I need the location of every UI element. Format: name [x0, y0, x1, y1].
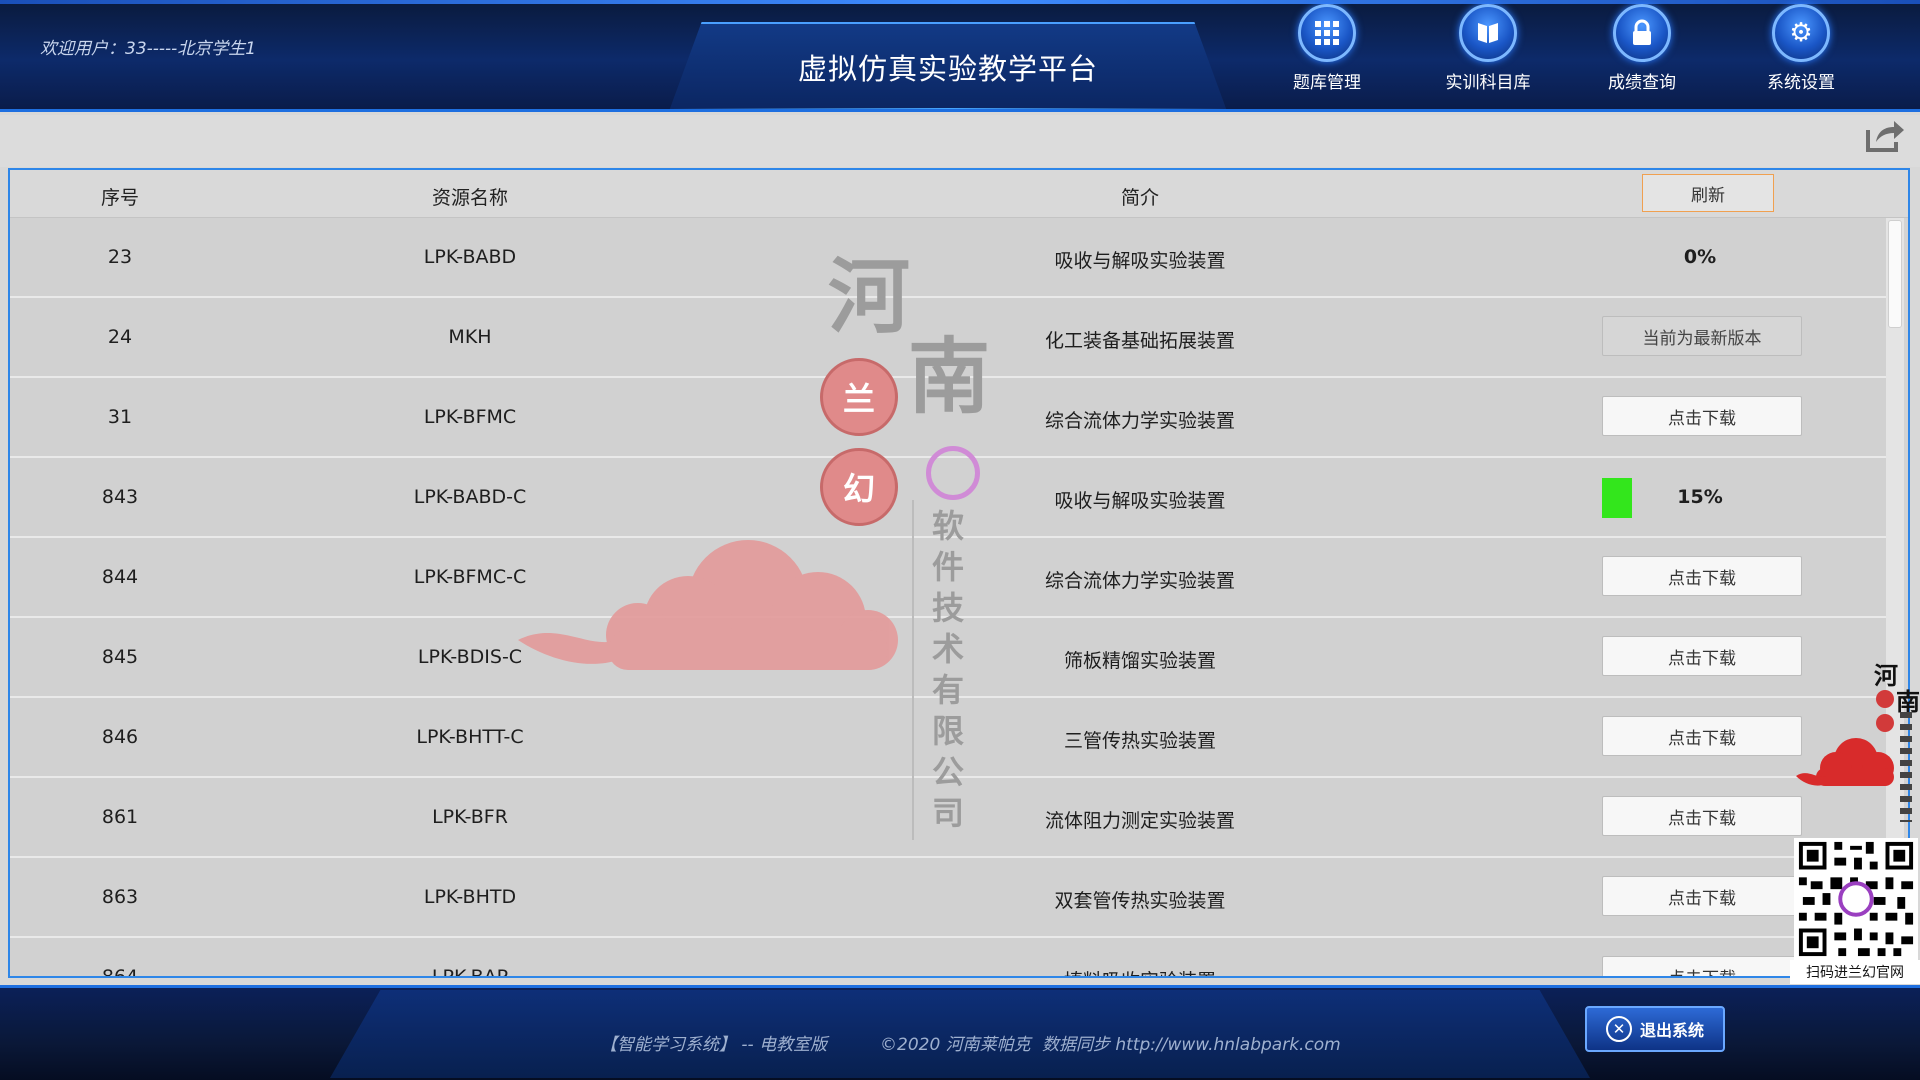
row-resource-name: LPK-BDIS-C — [417, 646, 523, 668]
row-resource-name: LPK-BFMC-C — [413, 566, 527, 588]
nav-question-bank[interactable]: 题库管理 — [1272, 4, 1382, 94]
qr-caption: 扫码进兰幻官网 — [1790, 960, 1920, 984]
top-header: 欢迎用户：33-----北京学生1 虚拟仿真实验教学平台 题库管理 实训科目库 … — [0, 0, 1920, 112]
row-id: 861 — [101, 806, 139, 828]
row-resource-name: LPK-BHTD — [423, 886, 517, 908]
row-id: 844 — [101, 566, 139, 588]
row-resource-name: MKH — [448, 326, 492, 348]
logout-label: 退出系统 — [1639, 1021, 1704, 1040]
toolbar — [0, 115, 1920, 167]
row-description: 填料吸收实验装置 — [940, 966, 1340, 976]
row-resource-name: LPK-BFR — [432, 806, 508, 828]
share-icon[interactable] — [1864, 118, 1906, 154]
row-description: 双套管传热实验装置 — [1054, 890, 1226, 912]
scroll-thumb[interactable] — [1888, 220, 1902, 328]
nav-label: 实训科目库 — [1445, 73, 1531, 93]
table-row: 845 LPK-BDIS-C 筛板精馏实验装置 点击下载 — [10, 618, 1890, 698]
download-button[interactable]: 点击下载 — [1602, 556, 1802, 596]
download-button[interactable]: 点击下载 — [1602, 796, 1802, 836]
grid-icon — [1298, 4, 1356, 62]
row-resource-name: LPK-BABD — [423, 246, 517, 268]
row-resource-name: LPK-BABD-C — [413, 486, 527, 508]
row-id: 864 — [101, 966, 139, 978]
row-id: 845 — [101, 646, 139, 668]
qr-code — [1794, 838, 1918, 960]
logout-button[interactable]: ✕ 退出系统 — [1585, 1006, 1725, 1052]
progress-percent: 15% — [1677, 486, 1723, 508]
qr-code-icon — [1795, 838, 1917, 960]
table-row: 864 LPK-BAP 填料吸收实验装置 点击下载 — [10, 938, 1890, 978]
table-row: 844 LPK-BFMC-C 综合流体力学实验装置 点击下载 — [10, 538, 1890, 618]
table-body: 23 LPK-BABD 吸收与解吸实验装置 0% 24 MKH 化工装备基础拓展装置 当前为最… — [10, 218, 1890, 978]
row-id: 863 — [101, 886, 139, 908]
book-icon — [1459, 4, 1517, 62]
download-button[interactable]: 点击下载 — [1602, 716, 1802, 756]
table-row: 31 LPK-BFMC 综合流体力学实验装置 点击下载 — [10, 378, 1890, 458]
download-button[interactable]: 点击下载 — [1602, 396, 1802, 436]
row-id: 23 — [107, 246, 133, 268]
footer: 【智能学习系统】 -- 电教室版 ©2020 河南莱帕克 数据同步 http:/… — [0, 985, 1920, 1080]
nav-label: 系统设置 — [1767, 73, 1835, 93]
seal-icon — [1876, 690, 1894, 708]
table-row: 23 LPK-BABD 吸收与解吸实验装置 0% — [10, 218, 1890, 298]
row-resource-name: LPK-BFMC — [423, 406, 517, 428]
footer-copyright: ©2020 河南莱帕克 — [880, 1035, 1031, 1055]
download-button[interactable]: 点击下载 — [1602, 636, 1802, 676]
latest-version-button[interactable]: 当前为最新版本 — [1602, 316, 1802, 356]
side-logo-char: 河 — [1874, 661, 1898, 690]
table-row: 861 LPK-BFR 流体阻力测定实验装置 点击下载 — [10, 778, 1890, 858]
row-description: 吸收与解吸实验装置 — [1054, 250, 1226, 272]
row-description: 综合流体力学实验装置 — [1044, 410, 1235, 432]
nav-training-library[interactable]: 实训科目库 — [1433, 4, 1543, 94]
resource-table: 序号 资源名称 简介 刷新 23 LPK-BABD 吸收与解吸实验装置 0% 24 MKH… — [8, 168, 1910, 978]
cloud-icon — [1796, 738, 1894, 786]
download-button[interactable]: 点击下载 — [1602, 956, 1802, 976]
row-id: 24 — [107, 326, 133, 348]
side-logo: 河 南 — [1796, 652, 1920, 832]
row-resource-name: LPK-BHTT-C — [416, 726, 524, 748]
table-header: 序号 资源名称 简介 刷新 — [10, 170, 1908, 218]
header-desc: 简介 — [1120, 187, 1159, 209]
row-id: 843 — [101, 486, 139, 508]
row-id: 31 — [107, 406, 133, 428]
refresh-button[interactable]: 刷新 — [1642, 174, 1774, 212]
nav-label: 题库管理 — [1293, 73, 1361, 93]
side-logo-vertical-text — [1900, 712, 1912, 822]
nav-score-query[interactable]: 成绩查询 — [1587, 4, 1697, 94]
row-description: 流体阻力测定实验装置 — [1044, 810, 1235, 832]
row-description: 三管传热实验装置 — [1063, 730, 1216, 752]
footer-system-text: 【智能学习系统】 -- 电教室版 — [600, 1035, 828, 1055]
row-resource-name: LPK-BAP — [431, 966, 509, 978]
row-description: 筛板精馏实验装置 — [1063, 650, 1216, 672]
row-description: 综合流体力学实验装置 — [1044, 570, 1235, 592]
progress-percent: 0% — [1683, 246, 1717, 268]
table-row: 863 LPK-BHTD 双套管传热实验装置 点击下载 — [10, 858, 1890, 938]
gear-icon: ⚙ — [1772, 4, 1830, 62]
table-row: 843 LPK-BABD-C 吸收与解吸实验装置 15% — [10, 458, 1890, 538]
table-row: 24 MKH 化工装备基础拓展装置 当前为最新版本 — [10, 298, 1890, 378]
download-button[interactable]: 点击下载 — [1602, 876, 1802, 916]
header-id: 序号 — [100, 187, 139, 209]
table-row: 846 LPK-BHTT-C 三管传热实验装置 点击下载 — [10, 698, 1890, 778]
row-description: 化工装备基础拓展装置 — [1044, 330, 1235, 352]
welcome-text: 欢迎用户：33-----北京学生1 — [40, 39, 257, 59]
page-title: 虚拟仿真实验教学平台 — [797, 52, 1098, 86]
nav-system-settings[interactable]: ⚙ 系统设置 — [1746, 4, 1856, 94]
lock-icon — [1613, 4, 1671, 62]
footer-sync-link[interactable]: 数据同步 http://www.hnlabpark.com — [1042, 1030, 1341, 1055]
close-icon: ✕ — [1605, 1016, 1632, 1042]
row-description: 吸收与解吸实验装置 — [1054, 490, 1226, 512]
nav-label: 成绩查询 — [1608, 73, 1676, 93]
header-name: 资源名称 — [431, 187, 508, 209]
row-id: 846 — [101, 726, 139, 748]
